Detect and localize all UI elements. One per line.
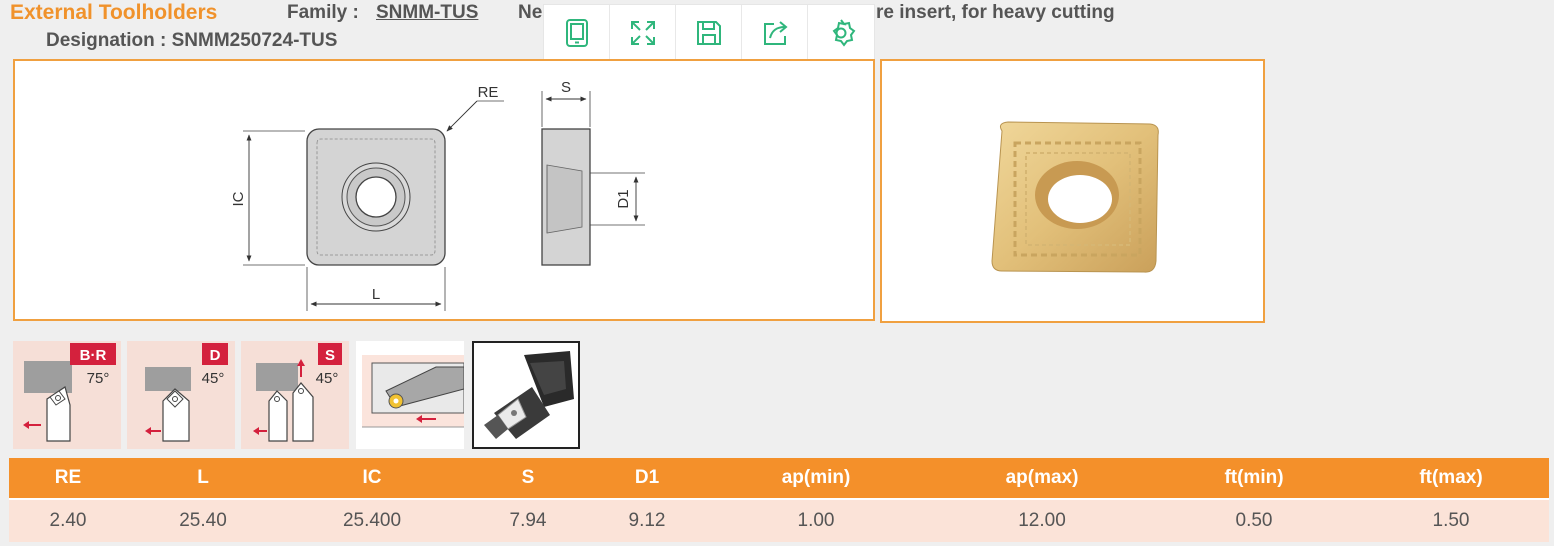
holder-angle: 45°: [316, 370, 339, 387]
technical-drawing: IC L RE D1 S: [230, 79, 645, 311]
floating-toolbar: [544, 5, 874, 61]
holder-angle: 75°: [87, 370, 110, 387]
column-header-ft-min: ft(min): [1224, 467, 1284, 488]
table-row[interactable]: 2.40 25.40 25.400 7.94 9.12 1.00 12.00 0…: [9, 500, 1549, 542]
cell-ap-min: 1.00: [797, 510, 835, 531]
section-title: External Toolholders: [10, 1, 218, 24]
re-label: RE: [478, 84, 499, 101]
description-text-right: re insert, for heavy cutting: [876, 2, 1115, 23]
fullscreen-button[interactable]: [610, 5, 676, 61]
cell-ic: 25.400: [342, 510, 402, 531]
settings-button[interactable]: [808, 5, 874, 61]
column-header-d1: D1: [634, 467, 660, 488]
holder-thumbnail-d45[interactable]: D 45°: [127, 341, 235, 449]
cell-s: 7.94: [509, 510, 547, 531]
save-icon: [696, 21, 721, 45]
family-link[interactable]: SNMM-TUS: [376, 2, 484, 24]
cell-ft-max: 1.50: [1432, 510, 1470, 531]
insert-photo-panel: [880, 59, 1265, 323]
holder-thumbnail-photo[interactable]: [472, 341, 580, 449]
technical-drawing-panel: IC L RE D1 S: [13, 59, 875, 321]
holder-thumbnail-boring[interactable]: [356, 341, 464, 449]
cell-l: 25.40: [179, 510, 227, 531]
column-header-re: RE: [54, 467, 82, 488]
insert-holder-45-dual-icon: S 45°: [253, 343, 342, 442]
s-label: S: [561, 79, 571, 96]
column-header-ap-max: ap(max): [1005, 467, 1079, 488]
l-label: L: [372, 286, 380, 303]
insert-photo: [991, 121, 1159, 273]
fullscreen-icon: [630, 21, 655, 45]
holder-code: B·R: [80, 347, 107, 364]
cell-ap-max: 12.00: [1018, 510, 1066, 531]
column-header-s: S: [521, 467, 535, 488]
share-button[interactable]: [742, 5, 808, 61]
column-header-ft-max: ft(max): [1419, 467, 1483, 488]
cell-ft-min: 0.50: [1235, 510, 1273, 531]
boring-bar-icon: [362, 355, 464, 428]
tablet-icon: [565, 19, 588, 47]
toolholder-photo-icon: [474, 343, 578, 447]
family-label: Family :: [287, 2, 359, 23]
column-header-ic: IC: [362, 467, 382, 488]
tablet-view-button[interactable]: [544, 5, 610, 61]
column-header-l: L: [197, 467, 209, 488]
ic-label: IC: [230, 191, 247, 206]
holder-thumbnail-s45[interactable]: S 45°: [241, 341, 349, 449]
holder-code: D: [210, 347, 221, 364]
insert-holder-75-icon: B·R 75°: [23, 343, 116, 442]
holder-thumbnail-br75[interactable]: B·R 75°: [13, 341, 121, 449]
insert-holder-45-icon: D 45°: [145, 343, 228, 442]
column-header-ap-min: ap(min): [781, 467, 851, 488]
designation: Designation : SNMM250724-TUS: [46, 30, 338, 51]
settings-icon: [832, 19, 856, 47]
save-button[interactable]: [676, 5, 742, 61]
cell-d1: 9.12: [628, 510, 666, 531]
insert-spec-table: RE L IC S D1 ap(min) ap(max) ft(min) ft(…: [9, 458, 1549, 542]
cell-re: 2.40: [49, 510, 87, 531]
holder-angle: 45°: [202, 370, 225, 387]
holder-code: S: [325, 347, 335, 364]
share-icon: [763, 21, 788, 45]
table-header: RE L IC S D1 ap(min) ap(max) ft(min) ft(…: [9, 458, 1549, 500]
description-text-left: Ne: [518, 2, 543, 23]
d1-label: D1: [615, 189, 632, 208]
